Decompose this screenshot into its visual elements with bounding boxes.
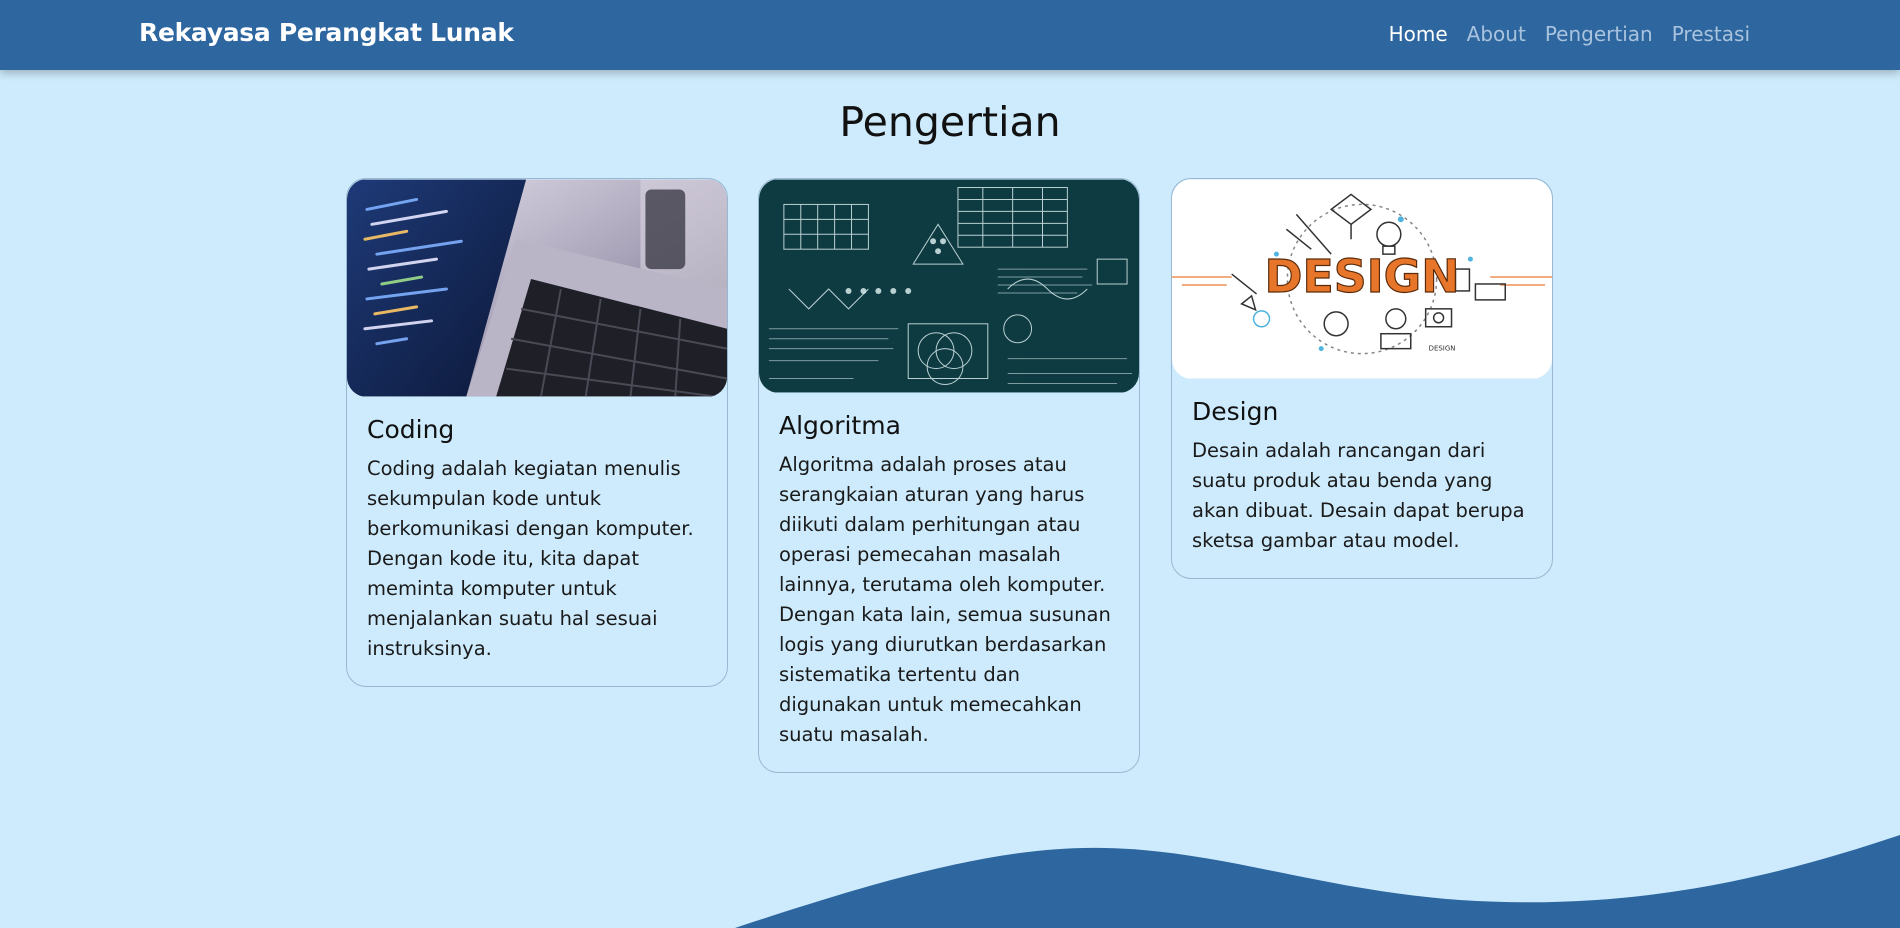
nav-link-pengertian[interactable]: Pengertian <box>1545 22 1653 46</box>
card-title: Algoritma <box>779 411 901 440</box>
navbar: Rekayasa Perangkat Lunak Home About Peng… <box>0 0 1900 70</box>
design-word-text: DESIGN <box>1264 250 1459 303</box>
algorithm-chalkboard-image <box>759 179 1139 393</box>
brand-title[interactable]: Rekayasa Perangkat Lunak <box>139 18 514 47</box>
card-title: Design <box>1192 397 1279 426</box>
nav-link-about[interactable]: About <box>1467 22 1526 46</box>
design-caption-text: DESIGN <box>1429 345 1456 353</box>
card-coding: Coding Coding adalah kegiatan menulis se… <box>346 178 728 687</box>
laptop-code-image <box>347 179 727 397</box>
card-text: Desain adalah rancangan dari suatu produ… <box>1192 439 1525 552</box>
card-design: DESIGN DESIGN Design Desain adalah ranca… <box>1171 178 1553 579</box>
design-illustration-image: DESIGN DESIGN <box>1172 179 1552 379</box>
nav-link-home[interactable]: Home <box>1389 22 1448 46</box>
card-text: Algoritma adalah proses atau serangkaian… <box>779 453 1111 746</box>
card-title: Coding <box>367 415 455 444</box>
card-algoritma: Algoritma Algoritma adalah proses atau s… <box>758 178 1140 773</box>
section-title: Pengertian <box>839 98 1061 146</box>
nav-links: Home About Pengertian Prestasi <box>1389 22 1750 46</box>
card-text: Coding adalah kegiatan menulis sekumpula… <box>367 457 694 660</box>
nav-link-prestasi[interactable]: Prestasi <box>1672 22 1750 46</box>
wave-decoration <box>735 835 1900 928</box>
